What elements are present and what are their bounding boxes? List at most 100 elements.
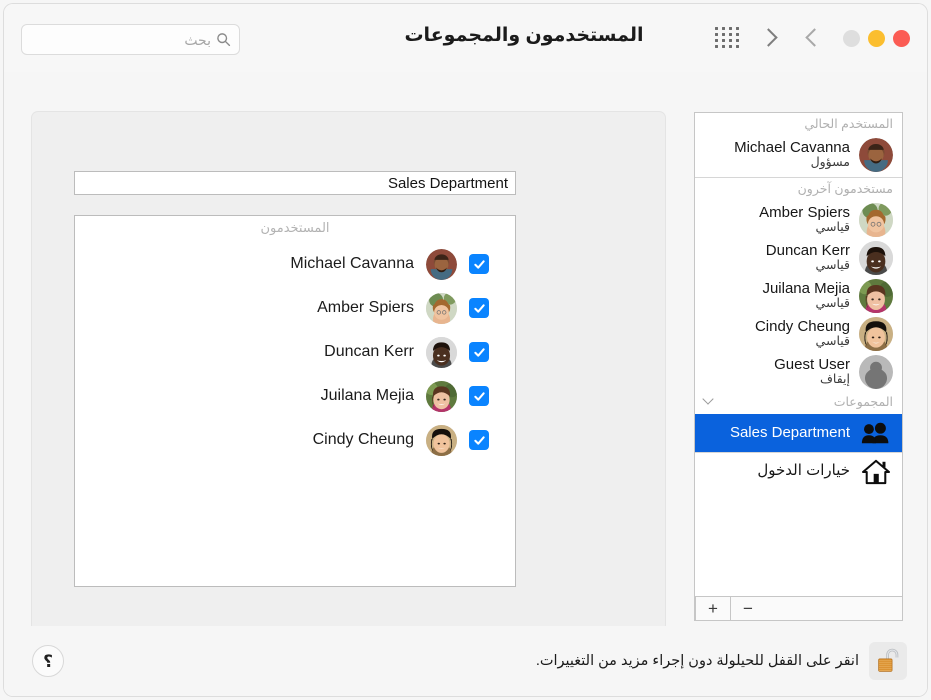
- member-checkbox[interactable]: [469, 386, 489, 406]
- add-button[interactable]: +: [695, 597, 730, 620]
- member-checkbox[interactable]: [469, 254, 489, 274]
- member-name: Duncan Kerr: [93, 343, 414, 361]
- checkmark-icon: [473, 390, 486, 403]
- help-button[interactable]: ؟: [32, 645, 64, 677]
- user-role: إيقاف: [704, 373, 850, 387]
- member-name: Michael Cavanna: [93, 255, 414, 273]
- member-checkbox[interactable]: [469, 342, 489, 362]
- checkmark-icon: [473, 434, 486, 447]
- sidebar-item-user-juilana[interactable]: Juilana Mejia قياسي: [695, 277, 902, 315]
- groups-header-label: المجموعات: [834, 395, 893, 409]
- sidebar-add-remove-buttons: + −: [694, 597, 903, 621]
- group-people-icon: [859, 416, 893, 450]
- zoom-button: [843, 30, 860, 47]
- bottom-bar: انقر على القفل للحيلولة دون إجراء مزيد م…: [4, 626, 927, 696]
- sidebar-item-text: Juilana Mejia قياسي: [704, 281, 850, 311]
- user-name: Guest User: [704, 357, 850, 373]
- traffic-light-buttons: [843, 30, 910, 47]
- sidebar-item-text: Michael Cavanna مسؤول: [704, 140, 850, 170]
- grid-dot: [736, 27, 739, 30]
- members-list[interactable]: المستخدمون: [74, 215, 516, 587]
- avatar: [859, 241, 893, 275]
- member-row[interactable]: Michael Cavanna: [75, 242, 515, 286]
- chevron-down-icon[interactable]: [703, 395, 714, 406]
- user-name: Cindy Cheung: [704, 319, 850, 335]
- user-name: Amber Spiers: [704, 205, 850, 221]
- avatar: [859, 317, 893, 351]
- groups-header[interactable]: المجموعات: [695, 391, 902, 414]
- sidebar-item-login-options[interactable]: خيارات الدخول: [695, 452, 902, 490]
- avatar: [859, 138, 893, 172]
- remove-button[interactable]: −: [730, 597, 765, 620]
- sidebar-item-text: Amber Spiers قياسي: [704, 205, 850, 235]
- avatar: [426, 337, 457, 368]
- member-name: Juilana Mejia: [93, 387, 414, 405]
- unlocked-padlock-icon[interactable]: [869, 642, 907, 680]
- login-options-label: خيارات الدخول: [704, 463, 850, 479]
- user-name: Juilana Mejia: [704, 281, 850, 297]
- sidebar-item-group-sales-department[interactable]: Sales Department: [695, 414, 902, 452]
- other-users-header: مستخدمون آخرون: [695, 178, 902, 201]
- search-field[interactable]: [21, 24, 240, 55]
- member-checkbox[interactable]: [469, 430, 489, 450]
- member-name: Cindy Cheung: [93, 431, 414, 449]
- grid-dot: [715, 33, 718, 36]
- preferences-body: الاسم: العضوية: المستخدمون: [4, 72, 927, 696]
- forward-chevron-icon[interactable]: [801, 24, 827, 52]
- user-role: مسؤول: [704, 156, 850, 170]
- sidebar-item-text: Guest User إيقاف: [704, 357, 850, 387]
- member-row[interactable]: Amber Spiers: [75, 286, 515, 330]
- user-name: Duncan Kerr: [704, 243, 850, 259]
- sidebar-item-user-cindy[interactable]: Cindy Cheung قياسي: [695, 315, 902, 353]
- grid-dot: [722, 39, 725, 42]
- lock-message: انقر على القفل للحيلولة دون إجراء مزيد م…: [536, 653, 859, 669]
- avatar: [426, 249, 457, 280]
- grid-dot: [729, 39, 732, 42]
- member-row[interactable]: Juilana Mejia: [75, 374, 515, 418]
- grid-dot: [729, 45, 732, 48]
- sidebar-item-text: Sales Department: [704, 425, 850, 441]
- window-titlebar: المستخدمون والمجموعات: [4, 4, 927, 73]
- user-role: قياسي: [704, 297, 850, 311]
- grid-dot: [715, 39, 718, 42]
- grid-dot: [736, 33, 739, 36]
- sidebar-item-user-amber[interactable]: Amber Spiers قياسي: [695, 201, 902, 239]
- members-list-header: المستخدمون: [75, 216, 515, 242]
- grid-dot: [736, 39, 739, 42]
- show-all-grid-icon[interactable]: [713, 27, 739, 49]
- close-button[interactable]: [893, 30, 910, 47]
- search-input[interactable]: [41, 32, 211, 48]
- member-name: Amber Spiers: [93, 299, 414, 317]
- avatar: [426, 425, 457, 456]
- avatar: [859, 355, 893, 389]
- current-user-section: المستخدم الحالي Michael Cavann: [695, 113, 902, 178]
- grid-dot: [722, 27, 725, 30]
- group-detail-panel: الاسم: العضوية: المستخدمون: [32, 112, 665, 631]
- grid-dot: [729, 33, 732, 36]
- sidebar-item-current-user[interactable]: Michael Cavanna مسؤول: [695, 136, 902, 174]
- sidebar-buttons-spacer: [765, 597, 902, 620]
- grid-dot: [722, 45, 725, 48]
- house-icon: [859, 455, 893, 489]
- sidebar-item-user-duncan[interactable]: Duncan Kerr قياسي: [695, 239, 902, 277]
- avatar: [859, 279, 893, 313]
- group-name-field[interactable]: [74, 171, 516, 195]
- group-name-input[interactable]: [82, 175, 508, 192]
- avatar: [426, 293, 457, 324]
- grid-dot: [736, 45, 739, 48]
- checkmark-icon: [473, 346, 486, 359]
- back-chevron-icon[interactable]: [755, 24, 781, 52]
- member-checkbox[interactable]: [469, 298, 489, 318]
- member-row[interactable]: Cindy Cheung: [75, 418, 515, 462]
- sidebar-item-text: Cindy Cheung قياسي: [704, 319, 850, 349]
- grid-dot: [715, 27, 718, 30]
- users-sidebar[interactable]: المستخدم الحالي Michael Cavann: [694, 112, 903, 597]
- minimize-button[interactable]: [868, 30, 885, 47]
- grid-dot: [722, 33, 725, 36]
- member-row[interactable]: Duncan Kerr: [75, 330, 515, 374]
- checkmark-icon: [473, 258, 486, 271]
- group-name: Sales Department: [704, 425, 850, 441]
- navigation-arrows: [755, 24, 827, 52]
- grid-dot: [729, 27, 732, 30]
- sidebar-item-user-guest[interactable]: Guest User إيقاف: [695, 353, 902, 391]
